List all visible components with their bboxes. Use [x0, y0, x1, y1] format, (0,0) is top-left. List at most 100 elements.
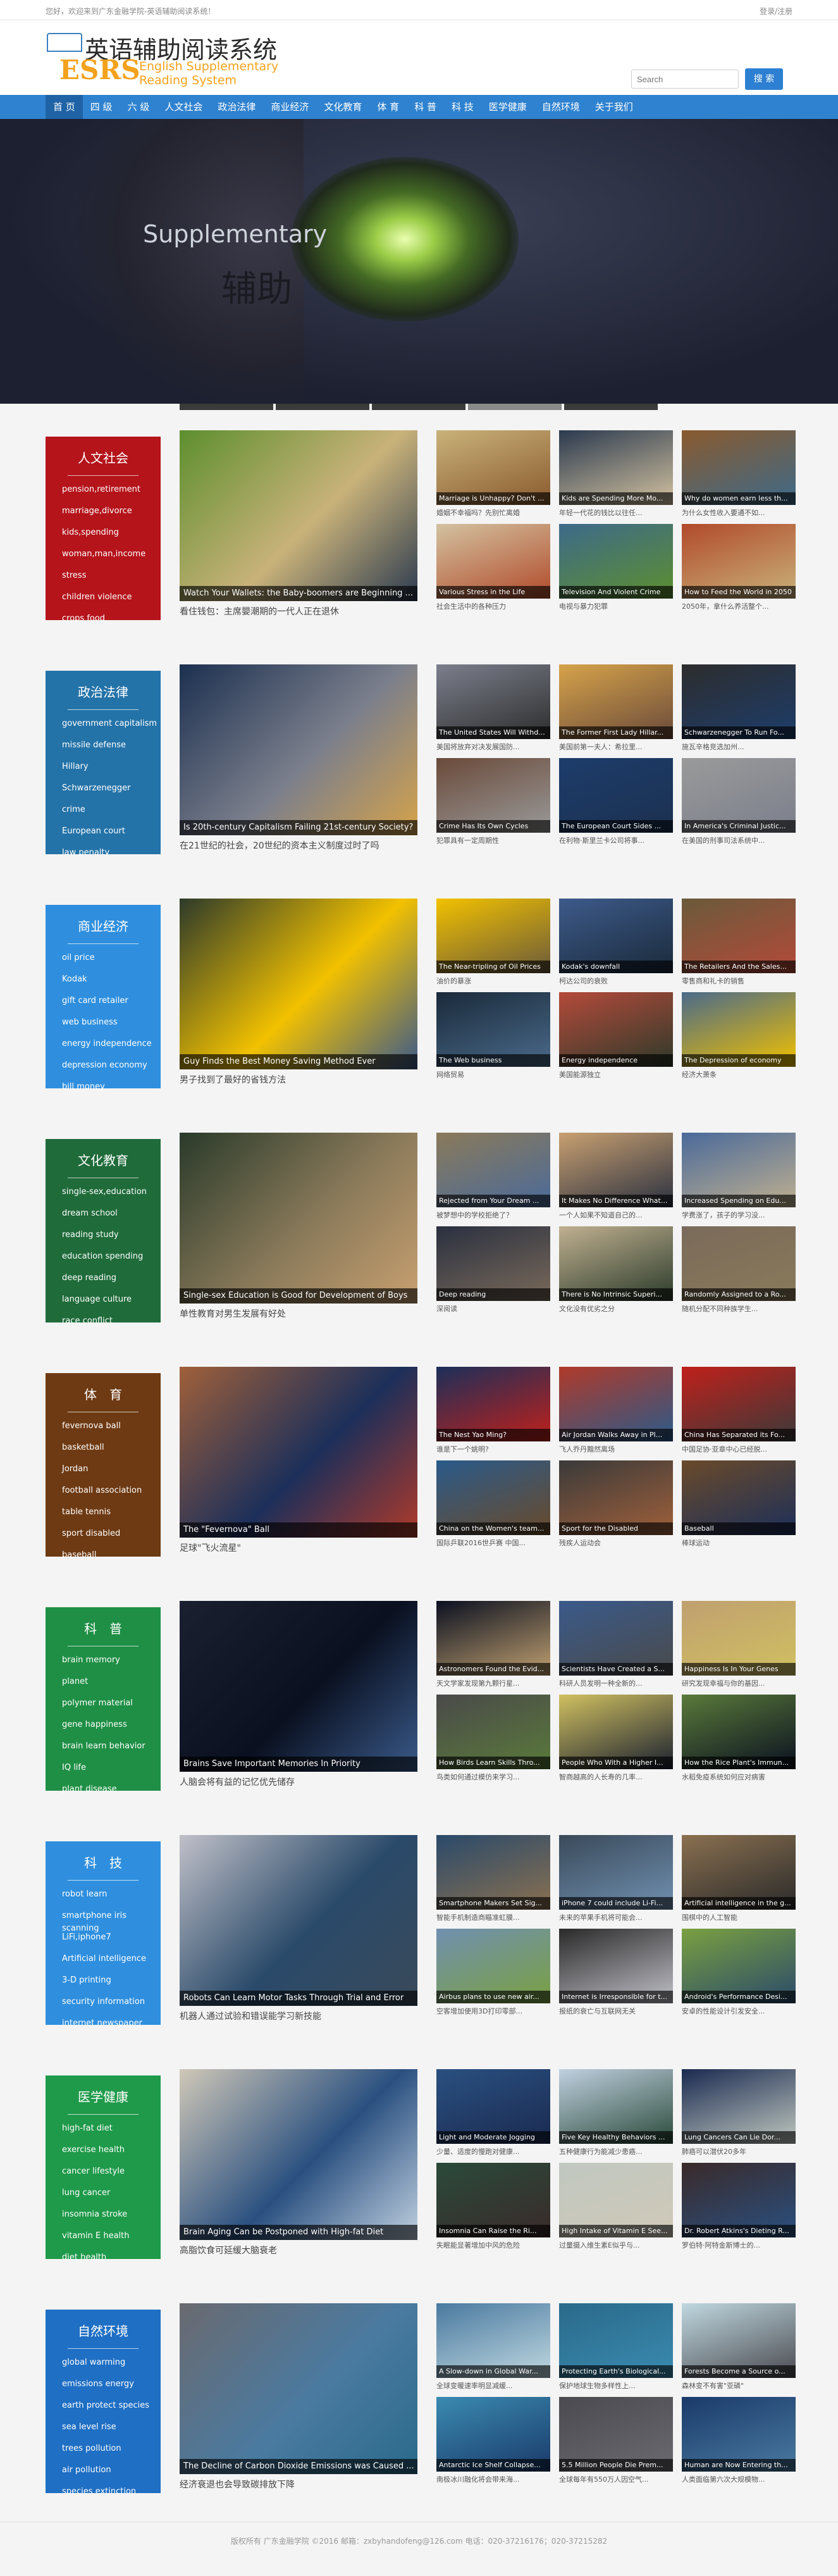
- thumbnail-caption[interactable]: How the Rice Plant's Immun...: [682, 1757, 796, 1769]
- article-thumbnail[interactable]: Protecting Earth's Biological... 保护地球生物多样…: [559, 2303, 673, 2390]
- category-keyword-link[interactable]: energy independence: [62, 1038, 161, 1059]
- category-keyword-link[interactable]: marriage,divorce: [62, 505, 161, 526]
- article-thumbnail[interactable]: The European Court Sides ... 在利物·斯里兰卡公司将事…: [559, 758, 673, 845]
- featured-image[interactable]: Brain Aging Can be Postponed with High-f…: [180, 2069, 417, 2240]
- category-keyword-link[interactable]: fevernova ball: [62, 1420, 161, 1441]
- category-keyword-link[interactable]: children violence: [62, 591, 161, 613]
- category-keyword-link[interactable]: lung cancer: [62, 2187, 161, 2208]
- article-thumbnail[interactable]: Dr. Robert Atkins's Dieting R... 罗伯特·阿特金斯…: [682, 2163, 796, 2249]
- category-keyword-link[interactable]: exercise health: [62, 2144, 161, 2165]
- thumbnail-image[interactable]: How the Rice Plant's Immun...: [682, 1695, 796, 1769]
- thumbnail-caption[interactable]: Internet is Irresponsible for t...: [559, 1991, 673, 2003]
- thumbnail-image[interactable]: How Birds Learn Skills Thro...: [436, 1695, 550, 1769]
- thumbnail-image[interactable]: Rejected from Your Dream ...: [436, 1133, 550, 1207]
- thumbnail-image[interactable]: Increased Spending on Edu...: [682, 1133, 796, 1207]
- category-keyword-link[interactable]: Artificial intelligence: [62, 1953, 161, 1974]
- featured-image[interactable]: Is 20th-century Capitalism Failing 21st-…: [180, 664, 417, 835]
- category-keyword-link[interactable]: LiFi,iphone7: [62, 1931, 161, 1953]
- featured-subtitle-cn[interactable]: 机器人通过试验和错误能学习新技能: [180, 2010, 321, 2022]
- article-thumbnail[interactable]: 5.5 Million People Die Prem... 全球每年有550万人…: [559, 2397, 673, 2484]
- thumbnail-image[interactable]: Scientists Have Created a S...: [559, 1601, 673, 1676]
- category-keyword-link[interactable]: European court: [62, 825, 161, 847]
- category-keyword-link[interactable]: football association: [62, 1484, 161, 1506]
- category-keyword-link[interactable]: diet health: [62, 2251, 161, 2273]
- featured-article[interactable]: Is 20th-century Capitalism Failing 21st-…: [180, 664, 417, 851]
- thumbnail-caption[interactable]: Deep reading: [436, 1288, 550, 1301]
- featured-subtitle-cn[interactable]: 在21世纪的社会，20世纪的资本主义制度过时了吗: [180, 839, 379, 852]
- category-title[interactable]: 文化教育: [46, 1150, 161, 1169]
- featured-subtitle-cn[interactable]: 经济衰退也会导致碳排放下降: [180, 2478, 295, 2491]
- featured-subtitle-cn[interactable]: 单性教育对男生发展有好处: [180, 1307, 286, 1320]
- category-keyword-link[interactable]: reading study: [62, 1229, 161, 1250]
- category-keyword-link[interactable]: planet: [62, 1676, 161, 1697]
- thumbnail-image[interactable]: The European Court Sides ...: [559, 758, 673, 833]
- category-keyword-link[interactable]: missile defense: [62, 739, 161, 761]
- thumbnail-subtitle-cn[interactable]: 网络贸易: [436, 1069, 550, 1080]
- thumbnail-image[interactable]: Kodak's downfall: [559, 899, 673, 973]
- featured-article[interactable]: Robots Can Learn Motor Tasks Through Tri…: [180, 1835, 417, 2022]
- thumbnail-subtitle-cn[interactable]: 为什么女性收入要通不如...: [682, 507, 796, 518]
- thumbnail-image[interactable]: Airbus plans to use new air...: [436, 1929, 550, 2003]
- thumbnail-image[interactable]: Astronomers Found the Evid...: [436, 1601, 550, 1676]
- article-thumbnail[interactable]: Artificial intelligence in the g... 围棋中的人…: [682, 1835, 796, 1922]
- category-keyword-link[interactable]: IQ life: [62, 1762, 161, 1783]
- thumbnail-subtitle-cn[interactable]: 天文学家发现第九颗行星...: [436, 1678, 550, 1688]
- search-button[interactable]: 搜 索: [745, 68, 783, 90]
- thumbnail-image[interactable]: The Near-tripling of Oil Prices: [436, 899, 550, 973]
- category-keyword-link[interactable]: education spending: [62, 1250, 161, 1272]
- category-keyword-link[interactable]: oil price: [62, 952, 161, 973]
- article-thumbnail[interactable]: China on the Women's team... 国际乒联2016世乒赛 …: [436, 1460, 550, 1547]
- thumbnail-subtitle-cn[interactable]: 研究发现幸福与你的基因...: [682, 1678, 796, 1688]
- thumbnail-subtitle-cn[interactable]: 智商越高的人长寿的几率...: [559, 1772, 673, 1782]
- nav-item[interactable]: 首 页: [46, 95, 83, 119]
- article-thumbnail[interactable]: Kodak's downfall 柯达公司的衰败: [559, 899, 673, 985]
- thumbnail-caption[interactable]: Sport for the Disabled: [559, 1522, 673, 1535]
- nav-item[interactable]: 文化教育: [316, 95, 369, 119]
- article-thumbnail[interactable]: Forests Become a Source o... 森林变不有害"亚磷": [682, 2303, 796, 2390]
- featured-subtitle-cn[interactable]: 高脂饮食可延缓大脑衰老: [180, 2244, 277, 2256]
- thumbnail-caption[interactable]: The United States Will Withd...: [436, 726, 550, 739]
- category-keyword-link[interactable]: gift card retailer: [62, 995, 161, 1016]
- thumbnail-subtitle-cn[interactable]: 被梦想中的学校拒绝了？: [436, 1210, 550, 1220]
- category-keyword-link[interactable]: earth protect species: [62, 2399, 161, 2421]
- featured-caption[interactable]: Single-sex Education is Good for Develop…: [180, 1288, 417, 1304]
- thumbnail-subtitle-cn[interactable]: 随机分配不同种族学生...: [682, 1304, 796, 1314]
- article-thumbnail[interactable]: Marriage is Unhappy? Don't ... 婚姻不幸福吗？先别忙…: [436, 430, 550, 517]
- thumbnail-image[interactable]: Human are Now Entering th...: [682, 2397, 796, 2472]
- article-thumbnail[interactable]: Crime Has Its Own Cycles 犯罪具有一定周期性: [436, 758, 550, 845]
- thumbnail-image[interactable]: China on the Women's team...: [436, 1460, 550, 1535]
- category-keyword-link[interactable]: high-fat diet: [62, 2122, 161, 2144]
- thumbnail-caption[interactable]: The Near-tripling of Oil Prices: [436, 961, 550, 973]
- category-keyword-link[interactable]: sea level rise: [62, 2421, 161, 2442]
- thumbnail-subtitle-cn[interactable]: 保护地球生物多样性上...: [559, 2380, 673, 2391]
- thumbnail-image[interactable]: Air Jordan Walks Away in Pl...: [559, 1367, 673, 1441]
- category-keyword-link[interactable]: bill money: [62, 1081, 161, 1102]
- thumbnail-image[interactable]: Why do women earn less th...: [682, 430, 796, 505]
- nav-item[interactable]: 六 级: [120, 95, 157, 119]
- thumbnail-caption[interactable]: Rejected from Your Dream ...: [436, 1195, 550, 1207]
- thumbnail-subtitle-cn[interactable]: 柯达公司的衰败: [559, 976, 673, 986]
- thumbnail-subtitle-cn[interactable]: 谁是下一个姚明?: [436, 1444, 550, 1454]
- thumbnail-subtitle-cn[interactable]: 围棋中的人工智能: [682, 1912, 796, 1922]
- thumbnail-subtitle-cn[interactable]: 施瓦辛格竞选加州...: [682, 742, 796, 752]
- thumbnail-caption[interactable]: Light and Moderate Jogging: [436, 2131, 550, 2144]
- thumbnail-caption[interactable]: In America's Criminal Justic...: [682, 820, 796, 833]
- thumbnail-caption[interactable]: Air Jordan Walks Away in Pl...: [559, 1429, 673, 1441]
- category-keyword-link[interactable]: brain memory: [62, 1654, 161, 1676]
- thumbnail-image[interactable]: Deep reading: [436, 1226, 550, 1301]
- thumbnail-subtitle-cn[interactable]: 年轻一代花的钱比以往任...: [559, 507, 673, 518]
- thumbnail-image[interactable]: Internet is Irresponsible for t...: [559, 1929, 673, 2003]
- nav-item[interactable]: 自然环境: [534, 95, 588, 119]
- nav-item[interactable]: 关于我们: [588, 95, 641, 119]
- thumbnail-subtitle-cn[interactable]: 国际乒联2016世乒赛 中国...: [436, 1538, 550, 1548]
- category-keyword-link[interactable]: smartphone iris scanning: [62, 1910, 161, 1933]
- category-keyword-link[interactable]: Schwarzenegger: [62, 782, 161, 804]
- category-keyword-link[interactable]: species extinction: [62, 2486, 161, 2507]
- thumbnail-image[interactable]: 5.5 Million People Die Prem...: [559, 2397, 673, 2472]
- thumbnail-image[interactable]: It Makes No Difference What...: [559, 1133, 673, 1207]
- article-thumbnail[interactable]: A Slow-down in Global War... 全球变暖速率明显减缓..…: [436, 2303, 550, 2390]
- article-thumbnail[interactable]: Human are Now Entering th... 人类面临第六次大规模物.…: [682, 2397, 796, 2484]
- category-keyword-link[interactable]: cancer lifestyle: [62, 2165, 161, 2187]
- thumbnail-image[interactable]: The Former First Lady Hillar...: [559, 664, 673, 739]
- site-logo[interactable]: 英语辅助阅读系统 ESRS English Supplementary Read…: [47, 29, 278, 87]
